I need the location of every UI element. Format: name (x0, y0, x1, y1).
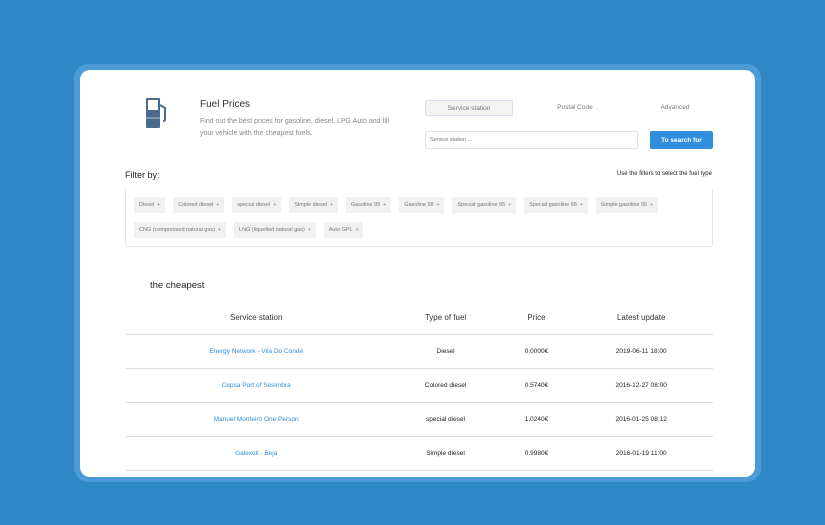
station-link[interactable]: Cepsa Port of Sesimbra (222, 382, 291, 389)
filter-hint: Use the filters to select the fuel type (616, 171, 712, 177)
page-description: Find out the best prices for gasoline, d… (200, 118, 390, 137)
filter-chip-label: Auto GPL (328, 227, 353, 233)
filter-chip[interactable]: Diesel + (134, 197, 166, 213)
filter-chip[interactable]: Special gasoline 95 + (452, 197, 517, 213)
column-service-station: Service station (125, 302, 388, 335)
fuel-cell: Diesel (387, 334, 504, 369)
fuel-pump-icon (146, 98, 166, 128)
price-cell: 0.5740€ (503, 368, 570, 403)
filter-chip[interactable]: Simple diesel + (289, 197, 338, 213)
results-table: Service station Type of fuel Price Lates… (125, 302, 713, 471)
column-type-of-fuel: Type of fuel (387, 302, 504, 335)
price-cell: 0.9980€ (503, 436, 570, 471)
filter-chip-label: CNG (compressed natural gas) (139, 227, 216, 233)
station-cell: Galexoil - Beja (125, 436, 388, 471)
service-station-search-input[interactable] (425, 131, 638, 149)
filter-chip[interactable]: Simple gasoline 95 + (595, 197, 659, 213)
station-link[interactable]: Energy Network - Vila Do Conde (209, 348, 303, 355)
filter-chip-label: Simple diesel (294, 202, 327, 208)
filter-chip-label: LNG (liquefied natural gas) (239, 227, 305, 233)
station-cell: Manuel Monteiro One Person (125, 402, 388, 437)
station-link[interactable]: Galexoil - Beja (235, 450, 277, 457)
updated-cell: 2019-06-11 18:00 (569, 334, 713, 369)
updated-cell: 2016-01-25 08:12 (569, 402, 713, 437)
tab-service-station[interactable]: Service station (425, 100, 513, 116)
remove-filter-icon[interactable]: + (437, 202, 440, 208)
filter-chip[interactable]: special diesel + (232, 197, 282, 213)
remove-filter-icon[interactable]: + (157, 202, 160, 208)
filter-chip-label: Diesel (139, 202, 155, 208)
filter-chip[interactable]: Gasoline 95 + (345, 197, 392, 213)
filter-label: Filter by: (125, 170, 160, 180)
remove-filter-icon[interactable]: + (308, 227, 311, 233)
filter-chip-label: Special gasoline 95 (457, 202, 506, 208)
fuel-type-filters: Diesel + Colored diesel + special diesel + Sim… (125, 189, 713, 247)
column-price: Price (503, 302, 570, 335)
fuel-cell: special diesel (387, 402, 504, 437)
column-latest-update: Latest update (569, 302, 713, 335)
page-title: Fuel Prices (200, 99, 251, 110)
updated-cell: 2016-12-27 08:00 (569, 368, 713, 403)
table-row: Manuel Monteiro One Person special diese… (125, 402, 713, 437)
table-row: Energy Network - Vila Do Conde Diesel 0.… (125, 334, 713, 369)
fuel-prices-card: Fuel Prices Find out the best prices for… (80, 70, 755, 477)
search-button[interactable]: To search for (650, 131, 713, 149)
remove-filter-icon[interactable]: + (650, 202, 653, 208)
remove-filter-icon[interactable]: + (273, 202, 276, 208)
table-header-row: Service station Type of fuel Price Lates… (125, 302, 713, 335)
filter-chip-label: special diesel (237, 202, 271, 208)
remove-filter-icon[interactable]: + (330, 202, 333, 208)
tab-advanced[interactable]: Advanced (625, 100, 725, 116)
station-cell: Energy Network - Vila Do Conde (125, 334, 388, 369)
station-link[interactable]: Manuel Monteiro One Person (214, 416, 299, 423)
remove-filter-icon[interactable]: + (356, 227, 359, 233)
remove-filter-icon[interactable]: + (218, 227, 221, 233)
price-cell: 0.0000€ (503, 334, 570, 369)
filter-chip-label: Special gasoline 98 (529, 202, 577, 208)
filter-chip[interactable]: LNG (liquefied natural gas) + (234, 222, 316, 238)
filter-chip[interactable]: Special gasoline 98 + (524, 197, 588, 213)
filter-chip[interactable]: CNG (compressed natural gas) + (134, 222, 227, 238)
station-cell: Cepsa Port of Sesimbra (125, 368, 388, 403)
filter-chip-label: Gasoline 95 (350, 202, 381, 208)
updated-cell: 2016-01-19 11:00 (569, 436, 713, 471)
filter-chip[interactable]: Gasoline 98 + (399, 197, 445, 213)
table-row: Cepsa Port of Sesimbra Colored diesel 0.… (125, 368, 713, 403)
remove-filter-icon[interactable]: + (508, 202, 511, 208)
filter-chip[interactable]: Auto GPL + (323, 222, 364, 238)
search-tabs: Service station Postal Code Advanced (425, 100, 725, 116)
remove-filter-icon[interactable]: + (580, 202, 583, 208)
price-cell: 1,0240€ (503, 402, 570, 437)
results-title: the cheapest (150, 280, 205, 291)
table-row: Galexoil - Beja Simple diesel 0.9980€ 20… (125, 436, 713, 471)
tab-postal-code[interactable]: Postal Code (525, 100, 625, 116)
remove-filter-icon[interactable]: + (216, 202, 219, 208)
fuel-cell: Colored diesel (387, 368, 504, 403)
filter-chip-label: Colored diesel (178, 202, 214, 208)
filter-chip[interactable]: Colored diesel + (173, 197, 225, 213)
fuel-cell: Simple diesel (387, 436, 504, 471)
filter-chip-label: Gasoline 98 (404, 202, 434, 208)
filter-chip-label: Simple gasoline 95 (600, 202, 648, 208)
remove-filter-icon[interactable]: + (383, 202, 386, 208)
